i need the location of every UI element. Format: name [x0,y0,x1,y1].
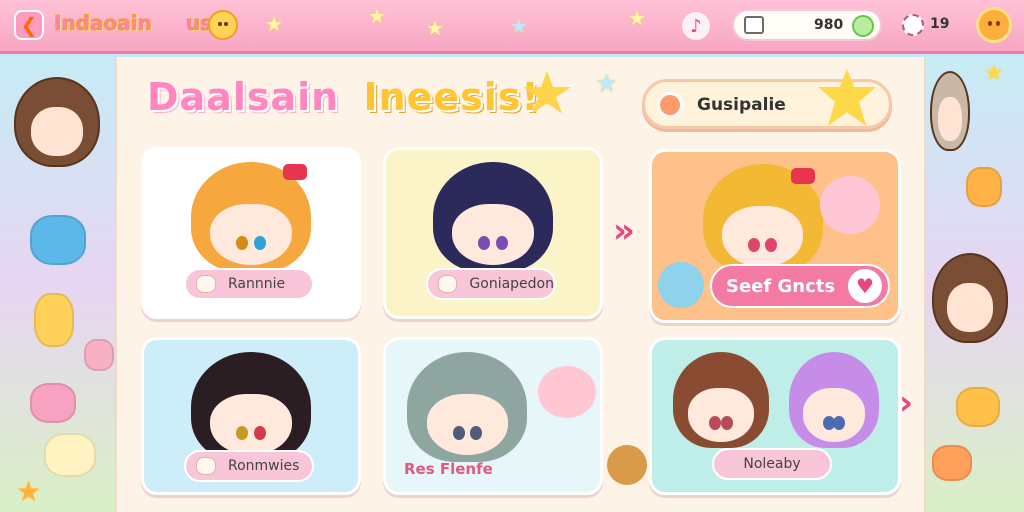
pink-blob-icon [30,383,76,423]
pet-icon [196,275,216,293]
filter-icon [657,92,683,118]
heart-icon: ♥ [856,274,874,298]
character-card[interactable]: Rannnie [141,147,361,319]
back-button[interactable]: ❮ [14,10,44,40]
character-name-pill: Goniapedon [426,268,556,300]
character-name: Goniapedon [469,276,554,292]
page-title-part2: Ineesis! [363,75,540,119]
star-icon: ★ [265,12,283,36]
selected-name-bar: Seef Gncts ♥ [710,264,890,308]
search-icon[interactable] [852,15,874,37]
page-title: Daalsain Ineesis! [147,75,540,119]
blue-creature-icon [30,215,86,265]
character-select-panel: Daalsain Ineesis! ★ Gusipalie Rannnie Go… [115,57,926,512]
character-portrait [433,162,553,272]
notepad-icon [744,16,764,34]
favorite-heart-button[interactable]: ♥ [848,269,882,303]
profile-avatar-button[interactable] [976,7,1012,43]
music-note-icon: ♪ [690,15,702,37]
character-card-selected[interactable]: Seef Gncts ♥ [649,149,901,323]
music-button[interactable]: ♪ [682,12,710,40]
gem-value: 19 [930,16,950,32]
star-icon: ★ [984,61,1004,86]
coin-value: 980 [814,17,844,33]
star-icon: ★ [368,4,386,28]
chibi-partial-decoration [930,71,970,151]
character-portrait [407,352,528,462]
blue-pet-icon [658,262,704,308]
star-icon: ★ [628,6,646,30]
star-creature-icon [956,387,1000,427]
right-decoration: ★ [926,57,1024,512]
star-icon: ★ [426,16,444,40]
selected-character-name: Seef Gncts [726,276,836,297]
pink-ghost-icon [538,366,596,418]
star-icon: ★ [16,475,42,508]
star-icon: ★ [510,14,528,38]
back-arrow-icon: ❮ [20,13,38,37]
character-portrait-secondary [789,352,880,448]
next-page-arrow-icon[interactable]: › [899,383,913,423]
filter-label: Gusipalie [697,95,786,115]
pet-icon [438,275,458,293]
next-arrow-icon[interactable]: » [613,211,635,251]
pink-ghost-icon [820,176,880,234]
character-name: Noleaby [743,456,801,472]
coin-counter[interactable]: 980 [732,9,882,41]
orange-creature-icon [932,445,972,481]
character-name-pill: Rannnie [184,268,314,300]
top-bar: ❮ Indaoain us ★ ★ ★ ★ ★ ♪ 980 19 [0,0,1024,54]
character-card[interactable]: Res Flenfe [383,337,603,495]
gem-icon [902,14,924,36]
character-name: Res Flenfe [404,460,493,478]
palette-icon [44,433,96,477]
music-tile-icon [966,167,1002,207]
character-card[interactable]: Ronmwies [141,337,361,495]
game-logo: Indaoain us [54,11,213,36]
character-portrait [672,352,769,448]
character-portrait [191,352,311,462]
character-name-pill: Noleaby [712,448,832,480]
character-name: Rannnie [228,276,286,292]
character-portrait [702,164,823,274]
pink-creature-icon [84,339,114,371]
character-card[interactable]: Noleaby [649,337,901,495]
teddy-bear-icon [607,445,647,485]
character-name: Ronmwies [228,458,300,474]
character-card[interactable]: Goniapedon [383,147,603,319]
page-title-part1: Daalsain [147,75,340,119]
cat-mascot-icon [208,10,238,40]
logo-text: Indaoain [54,11,153,36]
character-name-pill: Ronmwies [184,450,314,482]
pet-icon [196,457,216,475]
phone-icon [34,293,74,347]
character-portrait [191,162,311,272]
left-decoration: ★ [0,57,115,512]
chibi-girl-decoration [14,77,100,167]
chibi-girl-decoration [932,253,1008,343]
star-icon: ★ [595,69,619,99]
